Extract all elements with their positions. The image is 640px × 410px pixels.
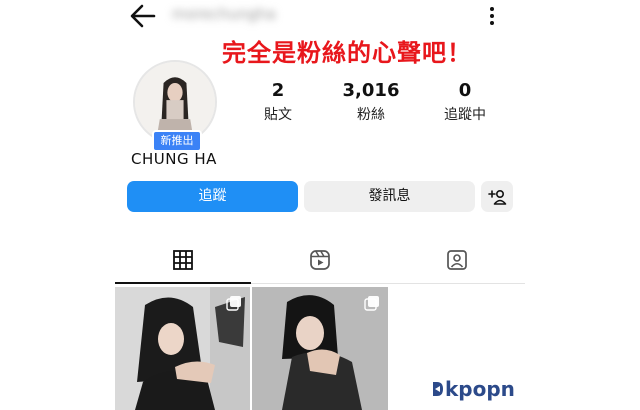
follow-button[interactable]: 追蹤	[127, 181, 298, 212]
followers-label: 粉絲	[357, 107, 385, 123]
arrow-left-icon	[130, 4, 156, 28]
post-thumbnail[interactable]	[252, 287, 388, 410]
message-button[interactable]: 發訊息	[304, 181, 475, 212]
posts-count: 2	[271, 80, 285, 101]
posts-label: 貼文	[264, 107, 292, 123]
suggested-users-button[interactable]	[481, 181, 513, 212]
following-stat[interactable]: 0 追蹤中	[430, 80, 500, 124]
profile-tabs	[115, 238, 525, 284]
multi-photo-icon	[364, 296, 379, 311]
post-thumbnail[interactable]	[115, 287, 250, 410]
tab-reels[interactable]	[252, 238, 388, 284]
watermark-logo-icon	[433, 382, 443, 396]
multi-photo-icon	[226, 296, 241, 311]
tab-tagged[interactable]	[389, 238, 525, 284]
display-name: CHUNG HA	[131, 150, 217, 168]
more-options-button[interactable]	[480, 4, 504, 28]
new-badge: 新推出	[152, 130, 202, 152]
profile-username: morechungha	[172, 5, 276, 23]
grid-icon	[173, 250, 193, 270]
followers-count: 3,016	[342, 80, 400, 101]
following-label: 追蹤中	[444, 107, 486, 123]
person-add-icon	[488, 189, 507, 205]
more-vertical-icon	[490, 7, 494, 25]
top-bar: morechungha	[0, 0, 640, 34]
tab-posts-grid[interactable]	[115, 238, 251, 284]
tagged-user-icon	[447, 250, 467, 270]
posts-stat[interactable]: 2 貼文	[243, 80, 313, 124]
watermark-text: kpopn	[445, 377, 515, 401]
back-button[interactable]	[128, 2, 158, 30]
watermark: kpopn	[432, 377, 515, 401]
overlay-caption: 完全是粉絲的心聲吧！	[222, 39, 472, 67]
followers-stat[interactable]: 3,016 粉絲	[336, 80, 406, 124]
reels-icon	[310, 250, 330, 270]
following-count: 0	[458, 80, 472, 101]
